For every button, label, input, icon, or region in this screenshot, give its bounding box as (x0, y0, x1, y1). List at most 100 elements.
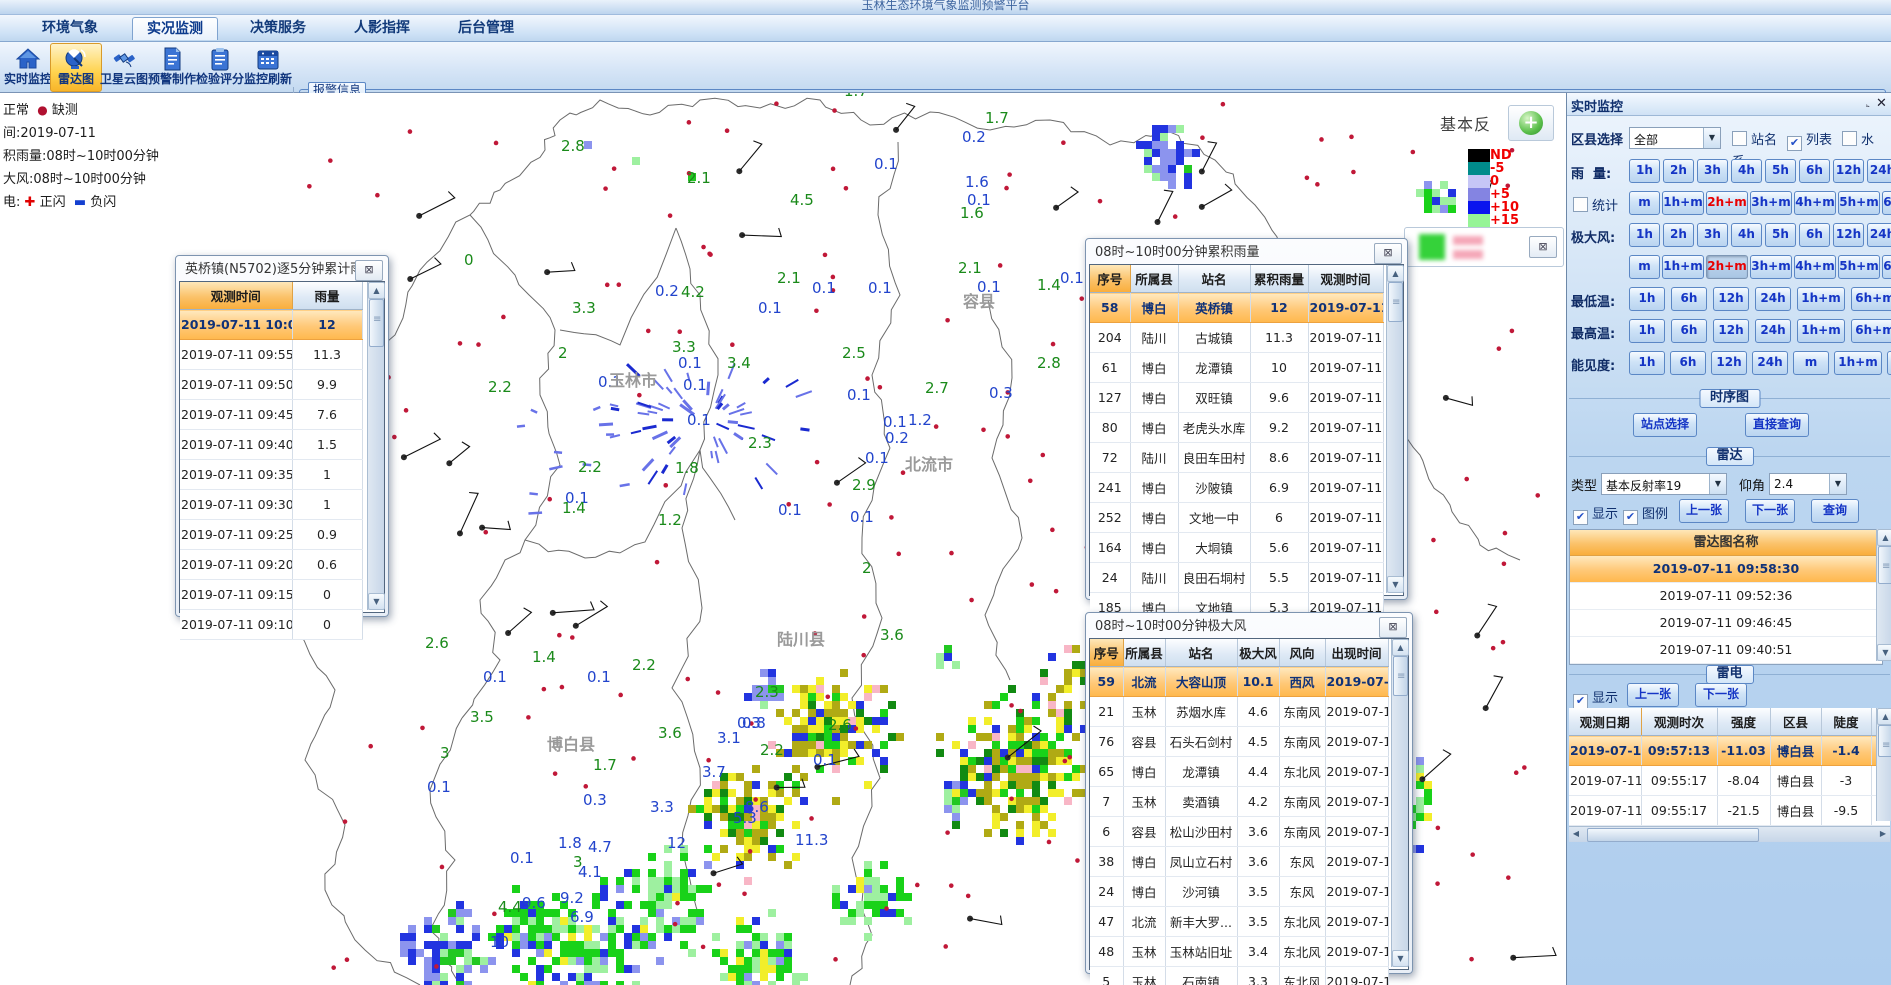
panel-button-5h+m[interactable]: 5h+m (1838, 191, 1880, 215)
scroll-up-icon[interactable]: ▲ (1387, 265, 1404, 282)
panel-button-6h+m[interactable]: 6h+m (1882, 255, 1891, 279)
table-cell[interactable]: 东南风 (1279, 817, 1325, 847)
table-cell[interactable]: 陆川 (1130, 563, 1178, 593)
panel-button-3h[interactable]: 3h (1697, 223, 1728, 247)
table-cell[interactable]: 东北风 (1279, 967, 1325, 985)
table-row[interactable]: 252博白文地一中62019-07-11 10:00 (1090, 503, 1383, 533)
table-cell[interactable]: 博白 (1130, 533, 1178, 563)
column-header[interactable]: 出现时间 (1325, 639, 1388, 667)
panel-button-12h[interactable]: 12h (1711, 351, 1747, 375)
column-header[interactable]: 观测时间 (180, 282, 292, 310)
zoom-plus-icon[interactable]: + (1519, 111, 1543, 135)
table-row[interactable]: 127博白双旺镇9.62019-07-11 10:00 (1090, 383, 1383, 413)
column-header[interactable]: 观测时间 (1308, 265, 1383, 293)
panel-button-2h[interactable]: 2h (1663, 159, 1694, 183)
panel-button-4h+m[interactable]: 4h+m (1794, 191, 1836, 215)
panel-button-1h+m[interactable]: 1h+m (1834, 351, 1882, 375)
table-cell[interactable]: -9.5 (1821, 796, 1871, 826)
table-cell[interactable]: 2019-07-11 09:30 (180, 490, 292, 520)
table-cell[interactable]: 2019-07-11 09:59 (1325, 787, 1388, 817)
table-cell[interactable]: 石头石剑村 (1165, 727, 1237, 757)
panel-button-6h[interactable]: 6h (1670, 351, 1706, 375)
table-cell[interactable]: 西风 (1279, 667, 1325, 697)
scroll-up-icon[interactable]: ▲ (368, 282, 385, 299)
table-cell[interactable]: 凤山立石村 (1165, 847, 1237, 877)
table-cell[interactable]: 5 (1090, 967, 1123, 985)
table-cell[interactable]: 127 (1090, 383, 1130, 413)
table-cell[interactable]: 3.5 (1237, 907, 1279, 937)
scroll-thumb[interactable] (369, 299, 384, 347)
table-cell[interactable]: 2019-07-11 10:00 (1308, 473, 1383, 503)
table-cell[interactable]: 东南风 (1279, 787, 1325, 817)
table-row[interactable]: 59北流大容山顶10.1西风2019-07-11 08:47 (1090, 667, 1388, 697)
table-row[interactable]: 2019-07-11 09:100 (180, 610, 362, 640)
table-cell[interactable]: 英桥镇 (1178, 293, 1250, 323)
table-cell[interactable]: 164 (1090, 533, 1130, 563)
panel-button-1h+m[interactable]: 1h+m (1797, 287, 1845, 311)
panel-button-5h[interactable]: 5h (1765, 223, 1796, 247)
table-cell[interactable]: 2019-07-11 10:00 (1308, 353, 1383, 383)
table-row[interactable]: 6容县松山沙田村3.6东南风2019-07-11 09:59 (1090, 817, 1388, 847)
toolbar-button-0[interactable]: 实时监控 (2, 43, 54, 92)
column-header[interactable]: 序号 (1090, 639, 1123, 667)
table-cell[interactable]: 博白 (1123, 757, 1165, 787)
menu-tab-1[interactable]: 实况监测 (132, 17, 218, 40)
pin-icon[interactable]: 𝅊 (1866, 96, 1870, 111)
table-row[interactable]: 47北流新丰大罗...3.5东北风2019-07-11 09:12 (1090, 907, 1388, 937)
table-cell[interactable]: 博白 (1130, 503, 1178, 533)
table-row[interactable]: 2019-07-1109:55:17-21.5博白县-9.511 (1569, 796, 1890, 826)
panel-button-6h+m[interactable]: 6h+m (1851, 319, 1891, 343)
column-header[interactable]: 站名 (1178, 265, 1250, 293)
table-row[interactable]: 2019-07-11 09:200.6 (180, 550, 362, 580)
table-cell[interactable]: 博白 (1130, 353, 1178, 383)
column-header[interactable]: 雨量 (292, 282, 362, 310)
table-cell[interactable]: 2019-07-11 09:46 (1325, 877, 1388, 907)
scroll-thumb[interactable] (1878, 546, 1891, 584)
panel-button-5h[interactable]: 5h (1765, 159, 1796, 183)
table-cell[interactable]: 204 (1090, 323, 1130, 353)
table-cell[interactable]: 2019-07-11 09:20 (180, 550, 292, 580)
table-cell[interactable]: 2019-07-11 09:59 (1325, 967, 1388, 985)
toolbar-button-4[interactable]: 检验评分 (194, 43, 246, 92)
panel-button-2h[interactable]: 2h (1663, 223, 1694, 247)
district-select[interactable]: 全部▼ (1629, 127, 1721, 149)
table-cell[interactable]: 5.6 (1250, 533, 1308, 563)
panel-button-6h+m[interactable]: 6h+m (1851, 287, 1891, 311)
table-cell[interactable]: 2019-07-11 10:00 (1308, 323, 1383, 353)
table-cell[interactable]: 80 (1090, 413, 1130, 443)
lightning-show-checkbox[interactable] (1573, 694, 1588, 709)
table-cell[interactable]: 4.2 (1237, 787, 1279, 817)
table-cell[interactable]: 北流 (1123, 667, 1165, 697)
table-cell[interactable]: 2019-07-11 10:00 (1308, 533, 1383, 563)
panel-button-24h[interactable]: 24h (1755, 287, 1791, 311)
table-cell[interactable]: 陆川 (1130, 323, 1178, 353)
scroll-left-icon[interactable]: ◀ (1569, 827, 1583, 841)
scroll-down-icon[interactable]: ▼ (1387, 576, 1404, 593)
table-cell[interactable]: 2019-07-11 (1569, 796, 1641, 826)
table-cell[interactable]: 4.6 (1237, 697, 1279, 727)
radar-next-button[interactable]: 下一张 (1745, 499, 1795, 523)
table-cell[interactable]: 0 (292, 610, 362, 640)
radar-list-item[interactable]: 2019-07-11 09:40:51 (1570, 637, 1882, 664)
table-cell[interactable]: 09:57:13 (1641, 736, 1717, 766)
table-cell[interactable]: 3.3 (1237, 967, 1279, 985)
table-cell[interactable]: 博白县 (1770, 766, 1821, 796)
table-cell[interactable]: 陆川 (1130, 443, 1178, 473)
radar-list-item[interactable]: 2019-07-11 09:46:45 (1570, 610, 1882, 637)
table-row[interactable]: 2019-07-11 09:351 (180, 460, 362, 490)
radar-list-item[interactable]: 2019-07-11 09:52:36 (1570, 583, 1882, 610)
column-header[interactable]: 区县 (1770, 708, 1821, 736)
table-cell[interactable]: 2019-07-11 08:08 (1325, 727, 1388, 757)
panel-button-1h+m[interactable]: 1h+m (1662, 255, 1704, 279)
table-cell[interactable]: 6.9 (1250, 473, 1308, 503)
table-cell[interactable]: 玉林站旧址 (1165, 937, 1237, 967)
table-cell[interactable]: -11.03 (1717, 736, 1770, 766)
table-cell[interactable]: 2019-07-11 10:00 (1308, 443, 1383, 473)
table-cell[interactable]: 2019-07-11 09:26 (1325, 847, 1388, 877)
panel-button-m[interactable]: m (1629, 191, 1660, 215)
panel-button-1h+m[interactable]: 1h+m (1797, 319, 1845, 343)
table-cell[interactable]: -3 (1821, 766, 1871, 796)
table-cell[interactable]: 东北风 (1279, 907, 1325, 937)
lightning-prev-button[interactable]: 上一张 (1627, 683, 1679, 707)
vertical-scrollbar[interactable]: ▲ ▼ (1391, 639, 1408, 967)
